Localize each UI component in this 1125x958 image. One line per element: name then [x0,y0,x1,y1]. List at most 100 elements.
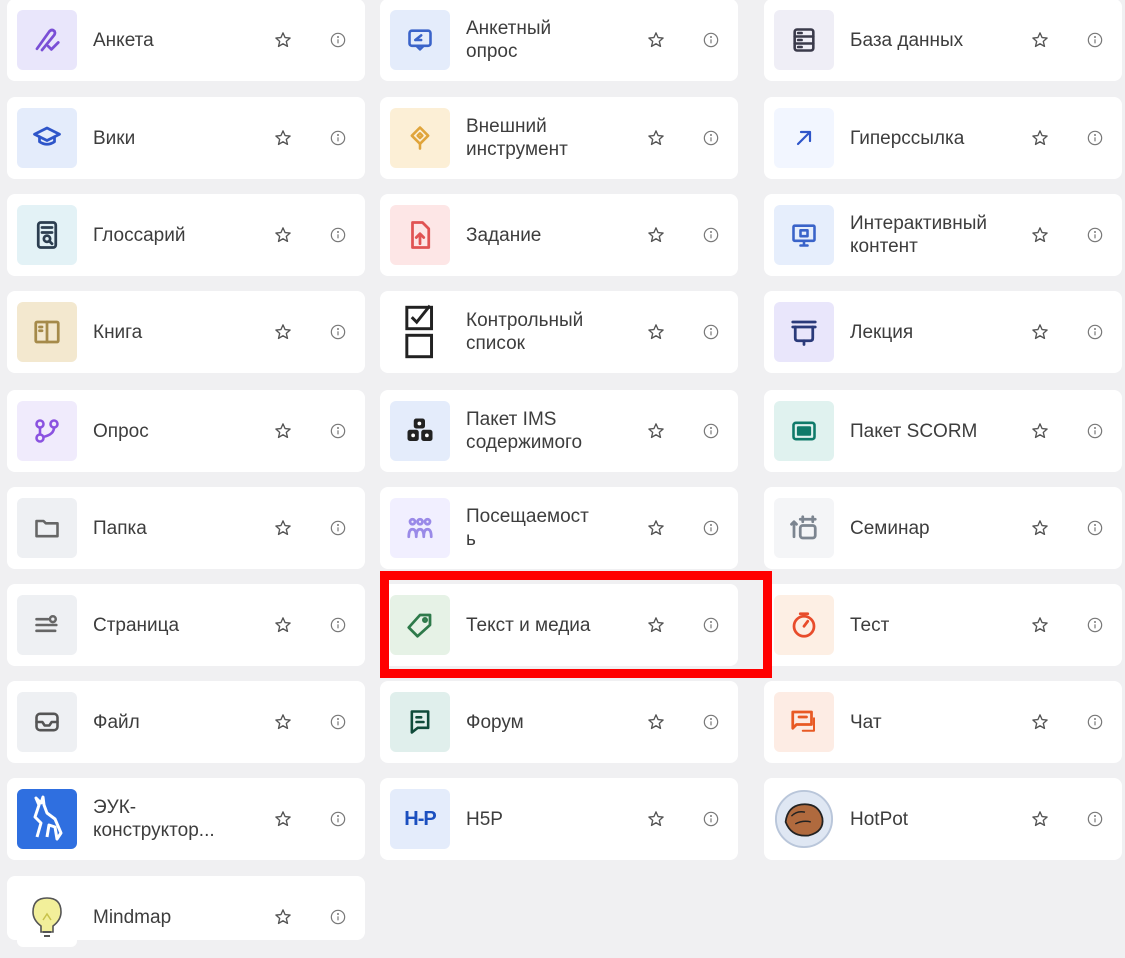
activity-label: Файл [93,711,140,733]
workshop-icon [774,498,834,558]
star-icon[interactable] [270,319,296,345]
star-icon[interactable] [1027,319,1053,345]
info-icon[interactable] [325,125,351,151]
info-icon[interactable] [325,319,351,345]
info-icon[interactable] [698,515,724,541]
activity-card-lightbulb[interactable]: Mindmap [7,876,365,947]
info-icon[interactable] [1082,515,1108,541]
activity-card-monitor[interactable]: Интерактивный контент [764,194,1122,276]
star-icon[interactable] [1027,515,1053,541]
star-icon[interactable] [270,515,296,541]
arrow-up-right-icon [774,108,834,168]
star-icon[interactable] [643,319,669,345]
activity-card-arrow-up-right[interactable]: Гиперссылка [764,97,1122,179]
info-icon[interactable] [325,515,351,541]
star-icon[interactable] [643,806,669,832]
page-icon [17,595,77,655]
info-icon[interactable] [325,27,351,53]
activity-card-checklist[interactable]: Контрольный список [380,291,738,373]
activity-card-scorm[interactable]: Пакет SCORM [764,390,1122,472]
info-icon[interactable] [1082,319,1108,345]
info-icon[interactable] [1082,27,1108,53]
activity-label: Тест [850,614,890,636]
activity-card-forum[interactable]: Форум [380,681,738,763]
star-icon[interactable] [270,27,296,53]
star-icon[interactable] [1027,709,1053,735]
info-icon[interactable] [698,418,724,444]
activity-card-lecture[interactable]: Лекция [764,291,1122,373]
info-icon[interactable] [325,222,351,248]
activity-card-inbox[interactable]: Файл [7,681,365,763]
info-icon[interactable] [1082,222,1108,248]
star-icon[interactable] [270,612,296,638]
activity-card-folder[interactable]: Папка [7,487,365,569]
activity-card-file-upload[interactable]: Задание [380,194,738,276]
activity-card-workshop[interactable]: Семинар [764,487,1122,569]
star-icon[interactable] [270,418,296,444]
info-icon[interactable] [1082,612,1108,638]
activity-label: Внешний инструмент [466,116,568,160]
info-icon[interactable] [698,125,724,151]
activity-card-tag[interactable]: Текст и медиа [380,584,738,666]
star-icon[interactable] [643,612,669,638]
activity-card-page[interactable]: Страница [7,584,365,666]
star-icon[interactable] [270,222,296,248]
info-icon[interactable] [1082,418,1108,444]
activity-label: Анкетный опрос [466,18,552,62]
info-icon[interactable] [698,709,724,735]
star-icon[interactable] [270,709,296,735]
info-icon[interactable] [325,806,351,832]
activity-chooser-grid: Анкета Анкетный опрос База данных Вики Внешн… [0,0,1125,947]
activity-label: Страница [93,614,180,636]
star-icon[interactable] [643,222,669,248]
activity-card-poll[interactable]: Опрос [7,390,365,472]
activity-card-chat[interactable]: Чат [764,681,1122,763]
activity-card-book[interactable]: Книга [7,291,365,373]
star-icon[interactable] [1027,222,1053,248]
info-icon[interactable] [1082,709,1108,735]
activity-card-attendance[interactable]: Посещаемост ь [380,487,738,569]
info-icon[interactable] [325,612,351,638]
star-icon[interactable] [270,806,296,832]
lecture-icon [774,302,834,362]
glossary-icon [17,205,77,265]
activity-card-package[interactable]: Пакет IMS содержимого [380,390,738,472]
activity-card-database[interactable]: База данных [764,0,1122,81]
star-icon[interactable] [270,125,296,151]
info-icon[interactable] [325,904,351,930]
attendance-icon [390,498,450,558]
info-icon[interactable] [1082,806,1108,832]
info-icon[interactable] [325,418,351,444]
info-icon[interactable] [698,319,724,345]
activity-card-deer-logo[interactable]: ЭУК- конструктор... [7,778,365,860]
activity-card-timer[interactable]: Тест [764,584,1122,666]
activity-card-hotpot-logo[interactable]: HotPot [764,778,1122,860]
info-icon[interactable] [698,27,724,53]
star-icon[interactable] [1027,27,1053,53]
timer-icon [774,595,834,655]
info-icon[interactable] [1082,125,1108,151]
activity-card-puzzle[interactable]: Внешний инструмент [380,97,738,179]
star-icon[interactable] [1027,418,1053,444]
activity-label: Семинар [850,517,930,539]
info-icon[interactable] [698,806,724,832]
activity-card-pen-check[interactable]: Анкета [7,0,365,81]
activity-label: Форум [466,711,524,733]
star-icon[interactable] [1027,612,1053,638]
star-icon[interactable] [643,27,669,53]
activity-card-glossary[interactable]: Глоссарий [7,194,365,276]
activity-card-graduation-cap[interactable]: Вики [7,97,365,179]
star-icon[interactable] [1027,125,1053,151]
info-icon[interactable] [325,709,351,735]
star-icon[interactable] [270,904,296,930]
activity-card-h5p-logo[interactable]: H-P H5P [380,778,738,860]
info-icon[interactable] [698,612,724,638]
star-icon[interactable] [643,709,669,735]
activity-card-feedback[interactable]: Анкетный опрос [380,0,738,81]
star-icon[interactable] [643,515,669,541]
info-icon[interactable] [698,222,724,248]
star-icon[interactable] [643,418,669,444]
pen-check-icon [17,10,77,70]
star-icon[interactable] [1027,806,1053,832]
star-icon[interactable] [643,125,669,151]
